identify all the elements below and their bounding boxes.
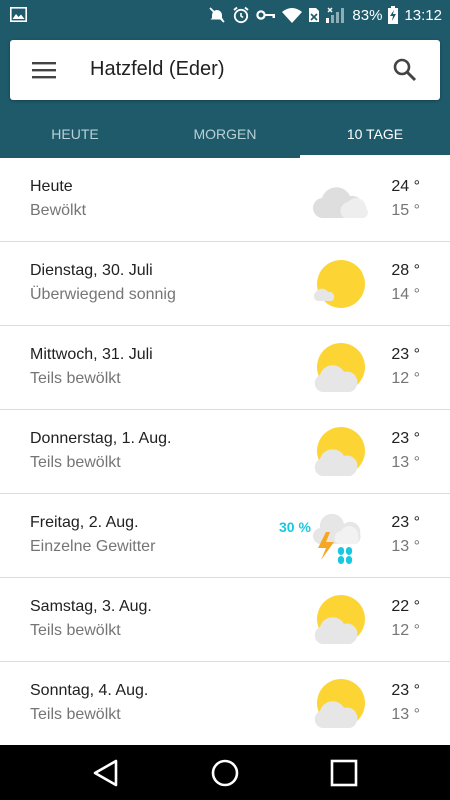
- forecast-low: 13 °: [391, 706, 420, 723]
- recent-apps-icon[interactable]: [328, 757, 360, 789]
- partly-cloudy-icon: [314, 427, 365, 476]
- vpn-key-icon: [256, 10, 276, 20]
- forecast-row[interactable]: Freitag, 2. Aug. Einzelne Gewitter 30 % …: [0, 494, 450, 578]
- forecast-low: 13 °: [391, 454, 420, 471]
- forecast-high: 23 °: [391, 514, 420, 531]
- precipitation-chance: 30 %: [279, 519, 311, 535]
- forecast-tabs: HEUTE MORGEN 10 TAGE: [0, 110, 450, 158]
- forecast-row[interactable]: Dienstag, 30. Juli Überwiegend sonnig 28…: [0, 242, 450, 326]
- alarm-icon: [233, 6, 249, 24]
- forecast-high: 22 °: [391, 598, 420, 615]
- forecast-condition: Teils bewölkt: [30, 706, 121, 723]
- forecast-condition: Teils bewölkt: [30, 622, 121, 639]
- partly-cloudy-icon: [314, 343, 365, 392]
- home-icon[interactable]: [209, 757, 241, 789]
- forecast-high: 24 °: [391, 178, 420, 195]
- forecast-row[interactable]: Donnerstag, 1. Aug. Teils bewölkt 23 ° 1…: [0, 410, 450, 494]
- app-header: Hatzfeld (Eder) HEUTE MORGEN 10 TAGE: [0, 30, 450, 158]
- partly-cloudy-icon: [314, 595, 365, 644]
- hamburger-menu-icon[interactable]: [32, 58, 56, 82]
- tab-10-tage[interactable]: 10 TAGE: [300, 110, 450, 158]
- forecast-row[interactable]: Heute Bewölkt 24 ° 15 °: [0, 158, 450, 242]
- forecast-day: Heute: [30, 178, 73, 195]
- image-notification-icon: [10, 7, 27, 22]
- wifi-icon: [282, 8, 303, 23]
- forecast-row[interactable]: Mittwoch, 31. Juli Teils bewölkt 23 ° 12…: [0, 326, 450, 410]
- mostly-sunny-icon: [313, 260, 365, 308]
- forecast-high: 23 °: [391, 346, 420, 363]
- forecast-list: Heute Bewölkt 24 ° 15 ° Dienstag, 30. Ju…: [0, 158, 450, 745]
- clock-time: 13:12: [404, 6, 442, 24]
- forecast-row[interactable]: Sonntag, 4. Aug. Teils bewölkt 23 ° 13 °: [0, 662, 450, 745]
- forecast-day: Sonntag, 4. Aug.: [30, 682, 149, 699]
- forecast-day: Freitag, 2. Aug.: [30, 514, 139, 531]
- forecast-day: Dienstag, 30. Juli: [30, 262, 153, 279]
- battery-percent: 83%: [352, 6, 383, 24]
- cell-signal-icon: [326, 7, 345, 23]
- location-search-bar[interactable]: Hatzfeld (Eder): [10, 40, 440, 100]
- forecast-condition: Einzelne Gewitter: [30, 538, 156, 555]
- forecast-low: 14 °: [391, 286, 420, 303]
- forecast-high: 23 °: [391, 682, 420, 699]
- forecast-high: 23 °: [391, 430, 420, 447]
- location-title[interactable]: Hatzfeld (Eder): [90, 58, 225, 81]
- forecast-day: Mittwoch, 31. Juli: [30, 346, 153, 363]
- forecast-row[interactable]: Samstag, 3. Aug. Teils bewölkt 22 ° 12 °: [0, 578, 450, 662]
- forecast-low: 12 °: [391, 622, 420, 639]
- back-icon[interactable]: [90, 757, 122, 789]
- battery-charging-icon: [388, 6, 399, 24]
- sim-no-signal-icon: [309, 8, 320, 22]
- thunderstorm-icon: [312, 513, 361, 564]
- partly-cloudy-icon: [314, 679, 365, 728]
- forecast-day: Samstag, 3. Aug.: [30, 598, 152, 615]
- forecast-high: 28 °: [391, 262, 420, 279]
- forecast-low: 13 °: [391, 538, 420, 555]
- forecast-low: 15 °: [391, 202, 420, 219]
- tab-morgen[interactable]: MORGEN: [150, 110, 300, 158]
- cloudy-icon: [312, 187, 368, 219]
- forecast-low: 12 °: [391, 370, 420, 387]
- mute-icon: [209, 7, 226, 23]
- forecast-condition: Überwiegend sonnig: [30, 286, 176, 303]
- forecast-condition: Teils bewölkt: [30, 454, 121, 471]
- search-icon[interactable]: [392, 57, 418, 83]
- forecast-day: Donnerstag, 1. Aug.: [30, 430, 172, 447]
- forecast-condition: Bewölkt: [30, 202, 87, 219]
- tab-heute[interactable]: HEUTE: [0, 110, 150, 158]
- system-navigation-bar: [0, 745, 450, 800]
- status-bar: 83% 13:12: [0, 0, 450, 30]
- forecast-condition: Teils bewölkt: [30, 370, 121, 387]
